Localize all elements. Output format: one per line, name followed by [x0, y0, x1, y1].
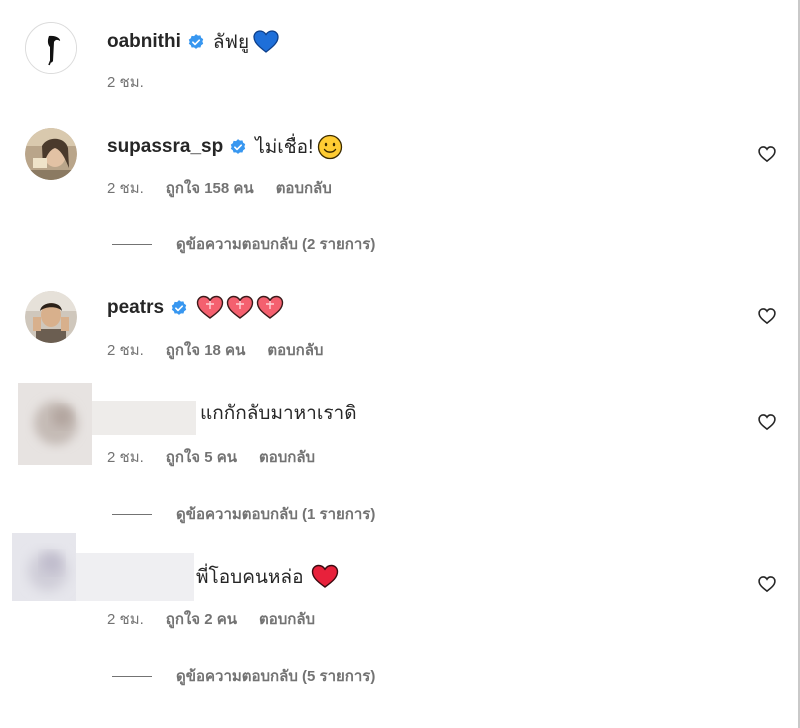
blurred-avatar-username	[12, 533, 194, 601]
view-replies-button[interactable]: ดูข้อความตอบกลับ (5 รายการ)	[112, 664, 375, 688]
reply-button[interactable]: ตอบกลับ	[259, 445, 315, 469]
avatar-image	[25, 291, 77, 343]
comment-meta: 2 ชม. ถูกใจ 18 คน ตอบกลับ	[107, 338, 323, 362]
sparkling-heart-emoji	[226, 295, 254, 319]
comment-header: oabnithi ลัฟยู	[107, 27, 279, 57]
red-heart-emoji	[312, 564, 339, 588]
comment-item: พี่โอบคนหล่อ 2 ชม. ถูกใจ 2 คน ตอบกลับ ดู…	[0, 530, 796, 728]
verified-badge-icon	[188, 34, 204, 49]
comment-text: พี่โอบคนหล่อ	[196, 567, 304, 588]
avatar[interactable]	[25, 128, 77, 180]
avatar[interactable]	[25, 22, 77, 74]
avatar[interactable]	[25, 291, 77, 343]
comment-meta: 2 ชม. ถูกใจ 2 คน ตอบกลับ	[107, 607, 315, 631]
like-heart-icon[interactable]	[757, 144, 777, 164]
comment-text: ไม่เชื่อ!	[255, 137, 314, 158]
username[interactable]: peatrs	[107, 297, 164, 319]
comment-text: แกกักลับมาหาเราดิ	[200, 403, 357, 424]
view-replies-button[interactable]: ดูข้อความตอบกลับ (1 รายการ)	[112, 502, 375, 526]
comment-text: ลัฟยู	[212, 32, 250, 53]
reply-button[interactable]: ตอบกลับ	[259, 607, 315, 631]
likes-count[interactable]: ถูกใจ 2 คน	[166, 607, 237, 631]
verified-badge-icon	[171, 300, 187, 315]
sparkling-heart-emoji	[196, 295, 224, 319]
view-replies-label: ดูข้อความตอบกลับ (1 รายการ)	[176, 506, 376, 523]
reply-button[interactable]: ตอบกลับ	[267, 338, 323, 362]
view-replies-label: ดูข้อความตอบกลับ (5 รายการ)	[176, 668, 376, 685]
replies-divider	[112, 513, 152, 515]
comment-header: แกกักลับมาหาเราดิ	[200, 398, 357, 428]
comment-item: oabnithi ลัฟยู 2 ชม.	[0, 0, 796, 110]
sparkling-heart-emoji	[256, 295, 284, 319]
comment-time[interactable]: 2 ชม.	[107, 338, 144, 362]
comment-text-wrap: ลัฟยู	[213, 27, 279, 57]
comment-meta: 2 ชม. ถูกใจ 158 คน ตอบกลับ	[107, 176, 332, 200]
like-heart-icon[interactable]	[757, 306, 777, 326]
comment-meta: 2 ชม.	[107, 70, 144, 94]
comment-text-wrap	[196, 295, 284, 321]
likes-count[interactable]: ถูกใจ 158 คน	[166, 176, 254, 200]
comment-meta: 2 ชม. ถูกใจ 5 คน ตอบกลับ	[107, 445, 315, 469]
slightly-smiling-face-emoji	[318, 134, 343, 160]
like-heart-icon[interactable]	[757, 412, 777, 432]
likes-count[interactable]: ถูกใจ 18 คน	[166, 338, 246, 362]
comment-text-wrap: ไม่เชื่อ!	[255, 132, 343, 162]
view-replies-button[interactable]: ดูข้อความตอบกลับ (2 รายการ)	[112, 232, 375, 256]
view-replies-label: ดูข้อความตอบกลับ (2 รายการ)	[176, 236, 376, 253]
comment-header: supassra_sp ไม่เชื่อ!	[107, 132, 343, 162]
comment-time[interactable]: 2 ชม.	[107, 176, 144, 200]
comment-text-wrap: พี่โอบคนหล่อ	[196, 562, 339, 592]
comment-item: supassra_sp ไม่เชื่อ! 2 ชม. ถูกใจ 158 คน…	[0, 110, 796, 275]
avatar-image	[25, 128, 77, 180]
comment-item: peatrs 2 ชม. ถูกใจ 18 คน ตอบกลับ	[0, 275, 796, 380]
comment-header: พี่โอบคนหล่อ	[196, 562, 339, 592]
comment-time[interactable]: 2 ชม.	[107, 607, 144, 631]
username[interactable]: oabnithi	[107, 31, 181, 53]
comment-time[interactable]: 2 ชม.	[107, 445, 144, 469]
blue-heart-emoji	[253, 30, 279, 53]
comment-time[interactable]: 2 ชม.	[107, 70, 144, 94]
verified-badge-icon	[230, 139, 246, 154]
reply-button[interactable]: ตอบกลับ	[276, 176, 332, 200]
like-heart-icon[interactable]	[757, 574, 777, 594]
likes-count[interactable]: ถูกใจ 5 คน	[166, 445, 237, 469]
comment-item: แกกักลับมาหาเราดิ 2 ชม. ถูกใจ 5 คน ตอบกล…	[0, 380, 796, 530]
comment-header: peatrs	[107, 293, 284, 323]
username[interactable]: supassra_sp	[107, 136, 223, 158]
replies-divider	[112, 675, 152, 677]
avatar-image	[26, 23, 76, 73]
replies-divider	[112, 243, 152, 245]
